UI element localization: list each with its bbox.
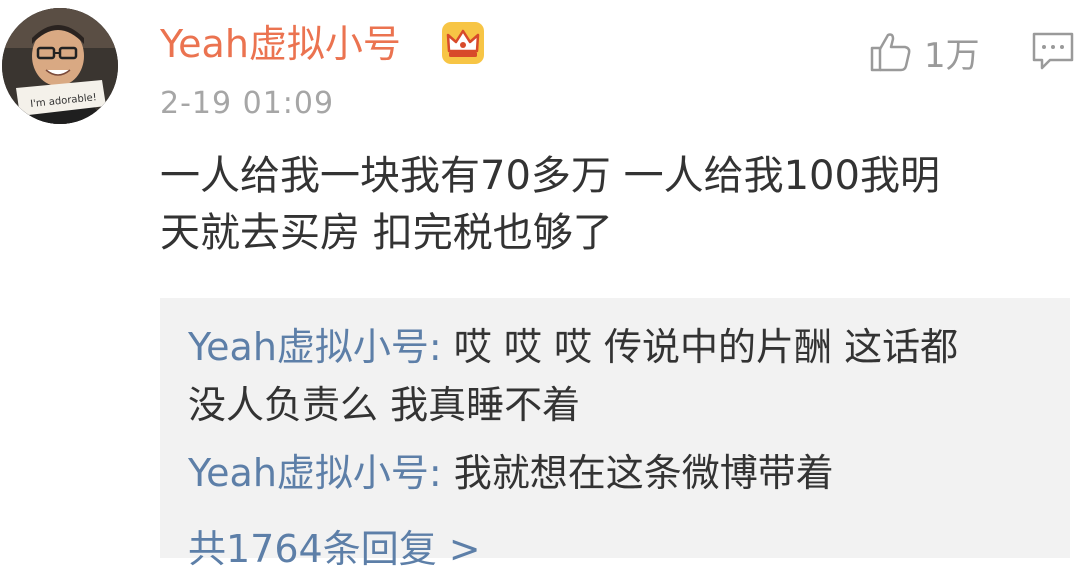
- thumb-up-icon: [870, 33, 911, 72]
- like-count: 1万: [924, 35, 980, 76]
- post-content: 一人给我一块我有70多万 一人给我100我明 天就去买房 扣完税也够了: [160, 148, 1065, 262]
- reply-username[interactable]: Yeah虚拟小号:: [188, 451, 442, 495]
- reply-text: 哎 哎 哎 传说中的片酬 这话都: [441, 325, 959, 369]
- post-content-line: 一人给我一块我有70多万 一人给我100我明: [160, 153, 940, 199]
- like-button[interactable]: 1万: [866, 24, 980, 80]
- reply-text: 没人负责么 我真睡不着: [188, 383, 581, 427]
- comment-icon[interactable]: [1030, 28, 1076, 74]
- post-time: 2-19 01:09: [160, 86, 335, 121]
- reply-item: Yeah虚拟小号: 哎 哎 哎 传说中的片酬 这话都 没人负责么 我真睡不着: [188, 318, 1058, 434]
- username[interactable]: Yeah虚拟小号: [160, 18, 401, 70]
- post-content-line: 天就去买房 扣完税也够了: [160, 210, 613, 256]
- avatar-image: I'm adorable!: [2, 8, 118, 124]
- avatar[interactable]: I'm adorable!: [2, 8, 118, 124]
- crown-icon: [442, 22, 484, 64]
- more-replies-link[interactable]: 共1764条回复 >: [188, 520, 481, 578]
- reply-item: Yeah虚拟小号: 我就想在这条微博带着: [188, 444, 1058, 502]
- reply-username[interactable]: Yeah虚拟小号:: [188, 325, 442, 369]
- reply-list: Yeah虚拟小号: 哎 哎 哎 传说中的片酬 这话都 没人负责么 我真睡不着 Y…: [160, 298, 1070, 571]
- reply-text: 我就想在这条微博带着: [441, 451, 834, 495]
